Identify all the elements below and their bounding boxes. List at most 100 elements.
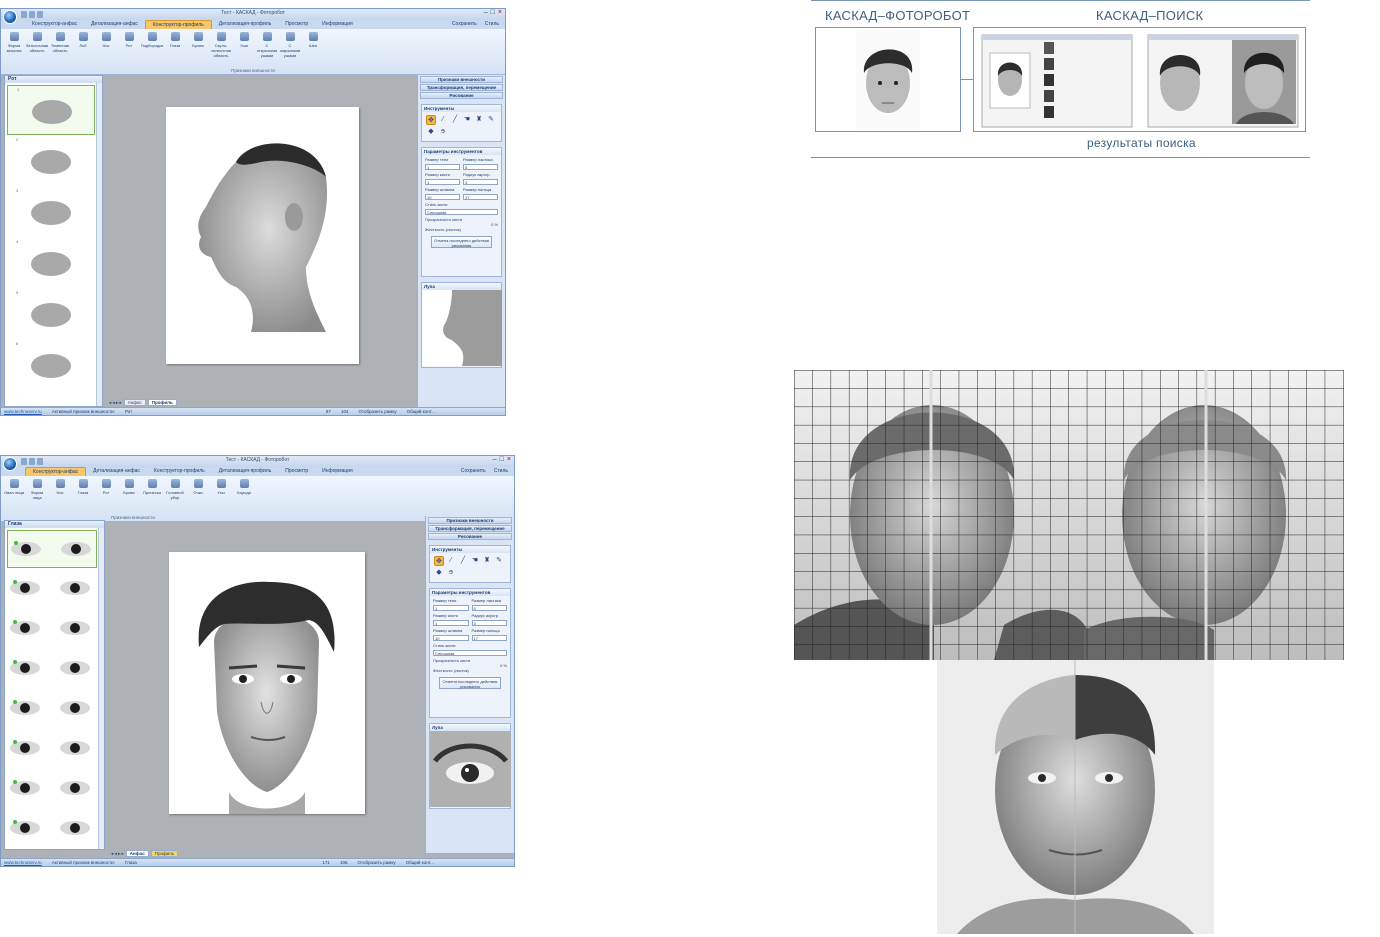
ribbon-button[interactable]: Борода [233,478,255,500]
ribbon-button[interactable]: Форма лица [26,478,48,500]
blur-radius-field[interactable]: 3 [463,179,498,185]
eraser-icon[interactable]: ◆ [426,127,436,137]
eraser-size-field[interactable]: 5 [463,164,498,170]
ribbon-button[interactable]: Затылочная область [26,31,48,58]
finger-size-field[interactable]: 17 [471,635,507,641]
close-icon[interactable]: × [498,9,502,16]
undo-drawing-button[interactable]: Отмена последнего действия рисования [439,677,501,689]
tab-preview[interactable]: Просмотр [278,467,315,476]
eye-variant-thumbnail[interactable] [7,650,97,688]
ribbon-button[interactable]: Усы [210,478,232,500]
sheet-tab-profile[interactable]: Профиль [150,850,179,857]
ribbon-button[interactable]: С открытыми ушами [256,31,278,58]
bar-drawing[interactable]: Рисование [420,92,503,99]
brush-size-field[interactable]: 1 [433,620,469,626]
maximize-icon[interactable]: □ [491,9,495,16]
app-menu-orb[interactable] [3,457,17,471]
tab-detail-profile[interactable]: Детализация-профиль [212,467,279,476]
ribbon-button[interactable]: Рот [118,31,140,58]
minimize-icon[interactable]: – [493,456,497,463]
portrait-canvas[interactable] [166,107,359,364]
website-link[interactable]: www.technoserv.ru [4,409,42,414]
brush-icon[interactable]: ╱ [458,556,468,566]
eye-variant-thumbnail[interactable] [7,570,97,608]
ribbon-button[interactable]: Форма затылка [3,31,25,58]
ribbon-button[interactable]: С закрытыми ушами [279,31,301,58]
brush-style-select[interactable]: Сплошная [425,209,498,215]
eye-variant-thumbnail[interactable] [7,690,97,728]
ribbon-button[interactable]: Рот [95,478,117,500]
mouth-variant-thumbnail[interactable]: 5 [7,289,95,339]
panel-scrollbar[interactable] [96,83,102,406]
pen-icon[interactable]: ✎ [486,115,496,125]
eye-variant-thumbnail[interactable] [7,730,97,768]
bar-appearance[interactable]: Признаки внешности [420,76,503,83]
stamp-size-field[interactable]: 10 [425,194,460,200]
ribbon-button[interactable]: Шея [302,31,324,58]
bar-drawing[interactable]: Рисование [428,533,512,540]
brush-style-select[interactable]: Сплошная [433,650,507,656]
save-button[interactable]: Сохранить [452,21,477,27]
save-button[interactable]: Сохранить [461,468,486,474]
eraser-size-field[interactable]: 5 [471,605,507,611]
ribbon-button[interactable]: Брови [118,478,140,500]
minimize-icon[interactable]: – [484,9,488,16]
stamp-size-field[interactable]: 10 [433,635,469,641]
stamp-icon[interactable]: ♜ [482,556,492,566]
brush-icon[interactable]: ╱ [450,115,460,125]
ribbon-button[interactable]: Уши [233,31,255,58]
eraser-icon[interactable]: ◆ [434,568,444,578]
ribbon-button[interactable]: Глаза [72,478,94,500]
ribbon-button[interactable]: Прическа [141,478,163,500]
tab-detail-front[interactable]: Детализация-анфас [84,20,145,29]
mouth-variant-thumbnail[interactable]: 2 [7,136,95,186]
ribbon-button[interactable]: Подбородок [141,31,163,58]
website-link[interactable]: www.technoserv.ru [4,860,42,865]
tab-info[interactable]: Информация [315,467,360,476]
ribbon-button[interactable]: Очки [187,478,209,500]
lasso-icon[interactable]: ɘ [438,127,448,137]
style-button[interactable]: Стиль [485,21,499,27]
mouth-variant-thumbnail[interactable]: 3 [7,187,95,237]
nav-arrows-icon[interactable]: ◂ ◂ ▸ ▸ [111,851,124,857]
quick-access-toolbar[interactable] [21,11,43,18]
sheet-tab-front[interactable]: Анфас [125,850,149,857]
ribbon-button[interactable]: Глаза [164,31,186,58]
ribbon-button[interactable]: Брови [187,31,209,58]
ribbon-button[interactable]: Теменная область [49,31,71,58]
ribbon-button[interactable]: Овал лица [3,478,25,500]
show-frame-toggle[interactable]: Отобразить рамку [358,409,396,414]
sheet-tab-front[interactable]: Анфас [123,399,146,406]
portrait-canvas[interactable] [169,552,365,814]
bar-appearance[interactable]: Признаки внешности [428,517,512,524]
close-icon[interactable]: × [507,456,511,463]
pipette-icon[interactable]: ⁄ [446,556,456,566]
tab-constructor-profile[interactable]: Конструктор-профиль [144,20,212,29]
ribbon-button[interactable]: Скуло-челюстная область [210,31,232,58]
smudge-icon[interactable]: ☚ [462,115,472,125]
mouth-variant-thumbnail[interactable]: 4 [7,238,95,288]
show-frame-toggle[interactable]: Отобразить рамку [357,860,395,865]
app-menu-orb[interactable] [3,10,17,24]
select-tool-icon[interactable]: ✥ [426,115,436,125]
tab-preview[interactable]: Просмотр [278,20,315,29]
shadow-size-field[interactable]: 1 [433,605,469,611]
undo-drawing-button[interactable]: Отмена последнего действия рисования [431,236,492,248]
tab-detail-profile[interactable]: Детализация-профиль [212,20,279,29]
ribbon-button[interactable]: Лоб [72,31,94,58]
blur-radius-field[interactable]: 3 [471,620,507,626]
pen-icon[interactable]: ✎ [494,556,504,566]
bar-transform[interactable]: Трансформация, перемещение [420,84,503,91]
style-button[interactable]: Стиль [494,468,508,474]
mouth-variant-thumbnail[interactable]: 1 [7,85,95,135]
eye-variant-thumbnail[interactable] [7,530,97,568]
pipette-icon[interactable]: ⁄ [438,115,448,125]
shadow-size-field[interactable]: 1 [425,164,460,170]
finger-size-field[interactable]: 17 [463,194,498,200]
eye-variant-thumbnail[interactable] [7,810,97,848]
tab-constructor-front[interactable]: Конструктор-анфас [25,467,87,476]
brush-size-field[interactable]: 1 [425,179,460,185]
quick-access-toolbar[interactable] [21,458,43,465]
bar-transform[interactable]: Трансформация, перемещение [428,525,512,532]
mouth-variant-thumbnail[interactable]: 6 [7,340,95,390]
